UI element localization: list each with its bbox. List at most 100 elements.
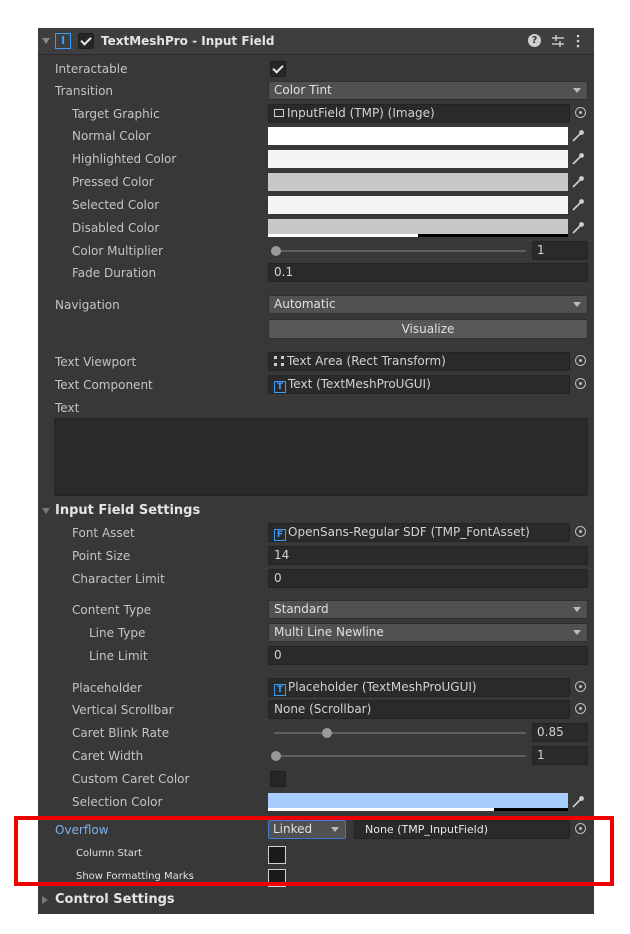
font-asset-icon: F — [274, 529, 286, 541]
row-text-component: Text Component T Text (TextMeshProUGUI) — [38, 374, 594, 396]
color-multiplier-input[interactable]: 1 — [532, 241, 588, 260]
pressed-color-swatch[interactable] — [268, 173, 568, 191]
input-field-settings-title: Input Field Settings — [55, 503, 201, 518]
point-size-input[interactable]: 14 — [268, 546, 588, 565]
caret-blink-rate-label: Caret Blink Rate — [72, 726, 170, 740]
text-area-input[interactable] — [54, 418, 588, 496]
transition-dropdown[interactable]: Color Tint — [268, 81, 588, 100]
caret-blink-rate-slider[interactable] — [274, 732, 526, 734]
row-interactable: Interactable — [38, 58, 594, 80]
eyedropper-icon[interactable] — [570, 794, 586, 810]
caret-width-slider-handle[interactable] — [271, 751, 281, 761]
eyedropper-icon[interactable] — [570, 220, 586, 236]
row-font-asset: Font Asset F OpenSans-Regular SDF (TMP_Fo… — [38, 522, 594, 544]
color-multiplier-slider[interactable] — [274, 250, 526, 252]
eyedropper-icon[interactable] — [570, 128, 586, 144]
interactable-label: Interactable — [55, 62, 128, 76]
font-asset-field[interactable]: F OpenSans-Regular SDF (TMP_FontAsset) — [268, 523, 570, 542]
normal-color-swatch[interactable] — [268, 127, 568, 145]
row-pressed-color: Pressed Color — [38, 171, 594, 193]
point-size-label: Point Size — [72, 549, 131, 563]
highlighted-color-swatch[interactable] — [268, 150, 568, 168]
character-limit-input[interactable]: 0 — [268, 569, 588, 588]
caret-blink-rate-slider-handle[interactable] — [322, 728, 332, 738]
text-component-value: Text (TextMeshProUGUI) — [288, 377, 431, 391]
object-picker-icon[interactable] — [575, 703, 586, 714]
row-color-multiplier: Color Multiplier 1 — [38, 240, 594, 262]
transition-value: Color Tint — [274, 83, 332, 97]
object-picker-icon[interactable] — [575, 355, 586, 366]
eyedropper-icon[interactable] — [570, 174, 586, 190]
chevron-down-icon — [573, 302, 581, 307]
color-multiplier-slider-handle[interactable] — [271, 246, 281, 256]
chevron-down-icon — [573, 88, 581, 93]
chevron-down-icon — [573, 607, 581, 612]
eyedropper-icon[interactable] — [570, 197, 586, 213]
object-picker-icon[interactable] — [575, 378, 586, 389]
row-target-graphic: Target Graphic InputField (TMP) (Image) — [38, 103, 594, 125]
disabled-color-label: Disabled Color — [72, 221, 160, 235]
row-selection-color: Selection Color — [38, 791, 594, 813]
foldout-arrow[interactable] — [42, 38, 50, 44]
disabled-alpha-bar — [268, 234, 568, 237]
font-asset-value: OpenSans-Regular SDF (TMP_FontAsset) — [288, 525, 530, 539]
content-type-label: Content Type — [72, 603, 152, 617]
vertical-scrollbar-value: None (Scrollbar) — [274, 702, 372, 716]
selected-color-swatch[interactable] — [268, 196, 568, 214]
object-picker-icon[interactable] — [575, 681, 586, 692]
input-field-settings-header[interactable]: Input Field Settings — [38, 500, 594, 522]
line-limit-label: Line Limit — [89, 649, 148, 663]
inspector-panel: I TextMeshPro - Input Field ? Interactab… — [38, 28, 594, 914]
selection-color-swatch[interactable] — [268, 793, 568, 808]
placeholder-field[interactable]: T Placeholder (TextMeshProUGUI) — [268, 678, 570, 697]
object-picker-icon[interactable] — [575, 526, 586, 537]
row-text-viewport: Text Viewport Text Area (Rect Transform) — [38, 351, 594, 373]
caret-width-slider[interactable] — [274, 755, 526, 757]
content-type-dropdown[interactable]: Standard — [268, 600, 588, 619]
target-graphic-field[interactable]: InputField (TMP) (Image) — [268, 104, 570, 123]
component-enabled-checkbox[interactable] — [78, 33, 94, 49]
target-graphic-label: Target Graphic — [72, 107, 160, 121]
vertical-scrollbar-field[interactable]: None (Scrollbar) — [268, 700, 570, 719]
line-type-dropdown[interactable]: Multi Line Newline — [268, 623, 588, 642]
interactable-checkbox[interactable] — [270, 61, 286, 77]
text-label: Text — [55, 401, 80, 415]
custom-caret-color-label: Custom Caret Color — [72, 772, 190, 786]
font-asset-label: Font Asset — [72, 526, 135, 540]
character-limit-label: Character Limit — [72, 572, 165, 586]
selection-alpha-bar — [268, 808, 568, 811]
more-options-icon[interactable] — [575, 34, 581, 48]
text-component-field[interactable]: T Text (TextMeshProUGUI) — [268, 375, 570, 394]
selected-color-label: Selected Color — [72, 198, 160, 212]
rect-transform-icon — [274, 356, 284, 366]
control-settings-header[interactable]: Control Settings — [38, 889, 594, 911]
navigation-value: Automatic — [274, 297, 336, 311]
help-icon[interactable]: ? — [528, 34, 541, 47]
text-viewport-label: Text Viewport — [55, 355, 137, 369]
row-custom-caret-color: Custom Caret Color — [38, 768, 594, 790]
control-settings-title: Control Settings — [55, 892, 175, 907]
selection-color-label: Selection Color — [72, 795, 163, 809]
object-picker-icon[interactable] — [575, 107, 586, 118]
content-type-value: Standard — [274, 602, 329, 616]
navigation-label: Navigation — [55, 298, 120, 312]
navigation-dropdown[interactable]: Automatic — [268, 295, 588, 314]
color-multiplier-label: Color Multiplier — [72, 244, 164, 258]
fade-duration-input[interactable]: 0.1 — [268, 263, 588, 282]
line-limit-input[interactable]: 0 — [268, 646, 588, 665]
eyedropper-icon[interactable] — [570, 151, 586, 167]
caret-blink-rate-input[interactable]: 0.85 — [532, 723, 588, 742]
caret-width-input[interactable]: 1 — [532, 746, 588, 765]
row-normal-color: Normal Color — [38, 125, 594, 147]
tmp-text-icon: T — [274, 381, 286, 393]
row-disabled-color: Disabled Color — [38, 217, 594, 239]
row-point-size: Point Size 14 — [38, 545, 594, 567]
row-text: Text — [38, 397, 594, 419]
text-viewport-field[interactable]: Text Area (Rect Transform) — [268, 352, 570, 371]
normal-color-label: Normal Color — [72, 129, 151, 143]
visualize-button[interactable]: Visualize — [268, 319, 588, 339]
custom-caret-color-checkbox[interactable] — [270, 771, 286, 787]
disabled-color-swatch[interactable] — [268, 219, 568, 234]
caret-width-label: Caret Width — [72, 749, 144, 763]
presets-icon[interactable] — [551, 34, 565, 48]
